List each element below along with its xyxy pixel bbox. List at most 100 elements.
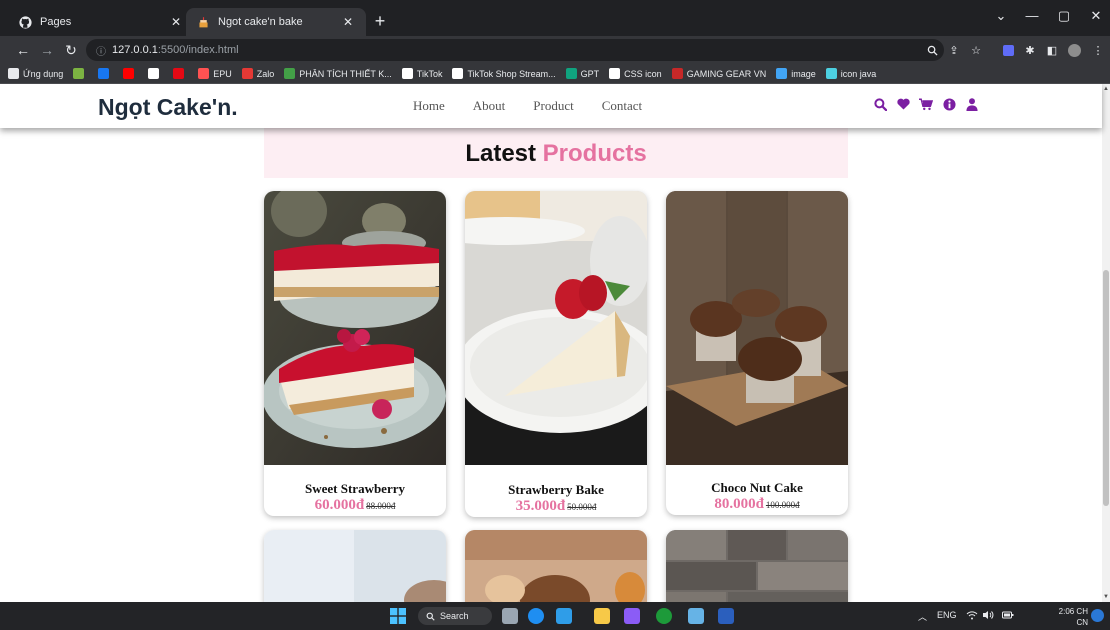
bookmark-item[interactable] bbox=[173, 68, 188, 79]
restore-icon[interactable]: ▢ bbox=[1052, 8, 1076, 28]
heart-icon[interactable] bbox=[896, 96, 910, 112]
more-menu-icon[interactable]: ⋮ bbox=[1090, 42, 1106, 58]
extension-icon[interactable] bbox=[1000, 42, 1016, 58]
github-icon bbox=[18, 15, 32, 29]
product-price: 80.000đ 100.000đ bbox=[666, 495, 848, 513]
bookmark-favicon-icon bbox=[73, 68, 85, 79]
forward-icon[interactable]: → bbox=[38, 41, 56, 59]
product-image-sweet-strawberry bbox=[264, 191, 446, 465]
new-tab-button[interactable]: + bbox=[370, 12, 390, 32]
bookmark-favicon-icon bbox=[452, 68, 464, 79]
info-icon[interactable] bbox=[942, 96, 956, 112]
chrome-icon[interactable] bbox=[528, 608, 544, 624]
product-card-sweet-strawberry[interactable]: Sweet Strawberry 60.000đ 88.000đ bbox=[264, 191, 446, 516]
bookmark-item[interactable] bbox=[148, 68, 163, 79]
latest-products-heading-band: Latest Products bbox=[264, 128, 848, 178]
section-heading: Latest Products bbox=[264, 140, 848, 168]
tray-chevron-icon[interactable]: ︿ bbox=[918, 610, 927, 623]
taskbar-clock[interactable]: 2:06 CH CN 09/04/2023 bbox=[1046, 606, 1088, 630]
current-price: 35.000đ bbox=[515, 498, 566, 514]
close-window-icon[interactable]: ✕ bbox=[1084, 8, 1108, 28]
tray-language[interactable]: ENG bbox=[937, 610, 957, 620]
bookmark-item[interactable] bbox=[73, 68, 88, 79]
visual-studio-icon[interactable] bbox=[624, 608, 640, 624]
product-card-strawberry-bake[interactable]: Strawberry Bake 35.000đ 50.000đ bbox=[465, 191, 647, 517]
bookmark-item[interactable]: Ứng dụng bbox=[8, 68, 63, 79]
volume-icon[interactable] bbox=[983, 610, 995, 622]
battery-icon[interactable] bbox=[1002, 610, 1014, 622]
bookmark-favicon-icon bbox=[198, 68, 210, 79]
bookmark-item[interactable] bbox=[98, 68, 113, 79]
share-icon[interactable]: ⇪ bbox=[946, 42, 962, 58]
photos-icon[interactable] bbox=[688, 608, 704, 624]
product-card-row2-3[interactable] bbox=[666, 530, 848, 602]
bookmark-item[interactable]: GAMING GEAR VN bbox=[671, 68, 766, 79]
bookmark-label: Zalo bbox=[256, 68, 275, 79]
zoom-icon[interactable] bbox=[924, 42, 940, 58]
bookmark-favicon-icon bbox=[98, 68, 110, 79]
product-price: 60.000đ 88.000đ bbox=[264, 496, 446, 514]
windows-start-icon[interactable] bbox=[390, 608, 406, 624]
site-logo[interactable]: Ngọt Cake'n. bbox=[98, 94, 238, 121]
notification-icon[interactable] bbox=[1091, 609, 1104, 622]
bookmark-item[interactable]: Zalo bbox=[241, 68, 275, 79]
current-price: 80.000đ bbox=[714, 496, 764, 512]
bookmark-favicon-icon bbox=[241, 68, 253, 79]
nav-home[interactable]: Home bbox=[413, 98, 445, 114]
user-icon[interactable] bbox=[965, 96, 979, 112]
search-icon[interactable] bbox=[873, 96, 887, 112]
tab-ngot-cake[interactable]: Ngot cake'n bake ✕ bbox=[186, 8, 366, 36]
tab-pages[interactable]: Pages ✕ bbox=[8, 8, 194, 36]
bookmark-item[interactable]: icon java bbox=[825, 68, 876, 79]
side-panel-icon[interactable]: ◧ bbox=[1044, 42, 1060, 58]
nav-product[interactable]: Product bbox=[533, 98, 573, 114]
bookmark-item[interactable]: PHÂN TÍCH THIẾT K... bbox=[284, 68, 392, 79]
close-tab-icon[interactable]: ✕ bbox=[168, 15, 184, 29]
product-card-row2-1[interactable] bbox=[264, 530, 446, 602]
reload-icon[interactable]: ↻ bbox=[62, 41, 80, 59]
site-info-icon[interactable]: ⓘ bbox=[96, 43, 106, 58]
cake-icon bbox=[196, 15, 210, 29]
bookmark-favicon-icon bbox=[173, 68, 185, 79]
product-card-row2-2[interactable] bbox=[465, 530, 647, 602]
main-nav: Home About Product Contact bbox=[413, 98, 670, 114]
address-bar[interactable]: ⓘ 127.0.0.1:5500/index.html bbox=[86, 39, 944, 61]
old-price: 50.000đ bbox=[567, 502, 597, 512]
product-name: Sweet Strawberry bbox=[305, 481, 405, 496]
scroll-up-icon[interactable]: ▲ bbox=[1103, 86, 1109, 92]
page-scrollbar[interactable]: ▲ ▼ bbox=[1102, 84, 1110, 602]
file-explorer-icon[interactable] bbox=[594, 608, 610, 624]
product-card-choco-nut-cake[interactable]: Choco Nut Cake 80.000đ 100.000đ bbox=[666, 191, 848, 515]
bookmark-favicon-icon bbox=[284, 68, 296, 79]
bookmark-item[interactable]: TikTok Shop Stream... bbox=[452, 68, 556, 79]
nav-about[interactable]: About bbox=[473, 98, 506, 114]
bookmarks-bar: Ứng dụng EPU Zalo PHÂN TÍCH THIẾT K... TikTo… bbox=[0, 64, 1110, 84]
profile-avatar[interactable] bbox=[1066, 42, 1082, 58]
bookmark-label: PHÂN TÍCH THIẾT K... bbox=[299, 68, 392, 79]
task-view-icon[interactable] bbox=[502, 608, 518, 624]
extensions-puzzle-icon[interactable]: ✱ bbox=[1022, 42, 1038, 58]
bookmark-item[interactable]: EPU bbox=[198, 68, 232, 79]
bookmark-item[interactable]: GPT bbox=[565, 68, 599, 79]
xbox-icon[interactable] bbox=[656, 608, 672, 624]
scroll-down-icon[interactable]: ▼ bbox=[1103, 594, 1109, 600]
wifi-icon[interactable] bbox=[966, 610, 978, 622]
back-icon[interactable]: ← bbox=[14, 41, 32, 59]
bookmark-item[interactable]: CSS icon bbox=[609, 68, 662, 79]
tab-search-icon[interactable]: ⌄ bbox=[989, 8, 1013, 28]
word-icon[interactable] bbox=[718, 608, 734, 624]
site-header: Ngọt Cake'n. Home About Product Contact bbox=[0, 84, 1102, 128]
bookmark-item[interactable] bbox=[123, 68, 138, 79]
bookmark-favicon-icon bbox=[401, 68, 413, 79]
bookmark-star-icon[interactable]: ☆ bbox=[968, 42, 984, 58]
scrollbar-thumb[interactable] bbox=[1103, 270, 1109, 506]
bookmark-item[interactable]: image bbox=[776, 68, 816, 79]
cart-icon[interactable] bbox=[919, 96, 933, 112]
bookmark-item[interactable]: TikTok bbox=[401, 68, 442, 79]
minimize-icon[interactable]: — bbox=[1020, 8, 1044, 28]
heading-accent: Products bbox=[542, 140, 647, 167]
taskbar-search[interactable]: Search bbox=[418, 607, 492, 625]
close-tab-icon[interactable]: ✕ bbox=[340, 15, 356, 29]
nav-contact[interactable]: Contact bbox=[602, 98, 642, 114]
vscode-icon[interactable] bbox=[556, 608, 572, 624]
